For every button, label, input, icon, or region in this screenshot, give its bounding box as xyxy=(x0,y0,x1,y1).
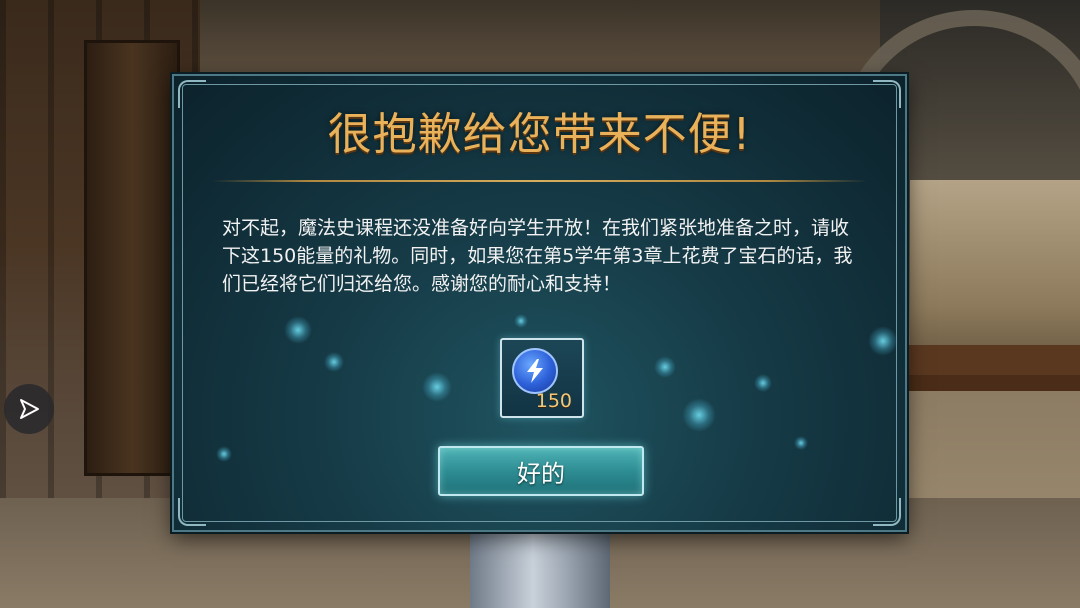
frame-corner xyxy=(873,498,901,526)
play-triangle-icon xyxy=(20,399,39,419)
hall-bench xyxy=(900,345,1080,375)
apology-dialog: 很抱歉给您带来不便! 对不起，魔法史课程还没准备好向学生开放！在我们紧张地准备之… xyxy=(172,74,907,532)
glow-particle xyxy=(868,326,898,356)
title-divider xyxy=(212,180,867,182)
energy-reward-item: 150 xyxy=(500,338,584,418)
ok-button-label: 好的 xyxy=(517,459,565,488)
lightning-energy-icon xyxy=(512,348,558,394)
glow-particle xyxy=(794,436,808,450)
frame-corner xyxy=(178,498,206,526)
student-robe xyxy=(470,520,610,608)
glow-particle xyxy=(216,446,232,462)
side-play-button[interactable] xyxy=(4,384,54,434)
glow-particle xyxy=(324,352,344,372)
glow-particle xyxy=(514,314,528,328)
glow-particle xyxy=(284,316,312,344)
glow-particle xyxy=(422,372,452,402)
dialog-title: 很抱歉给您带来不便! xyxy=(327,109,752,160)
glow-particle xyxy=(654,356,676,378)
dialog-message: 对不起，魔法史课程还没准备好向学生开放！在我们紧张地准备之时，请收下这150能量… xyxy=(222,217,853,295)
ok-button[interactable]: 好的 xyxy=(438,446,644,496)
glow-particle xyxy=(754,374,772,392)
wooden-door xyxy=(84,40,180,476)
glow-particle xyxy=(682,398,716,432)
reward-amount: 150 xyxy=(535,390,572,412)
